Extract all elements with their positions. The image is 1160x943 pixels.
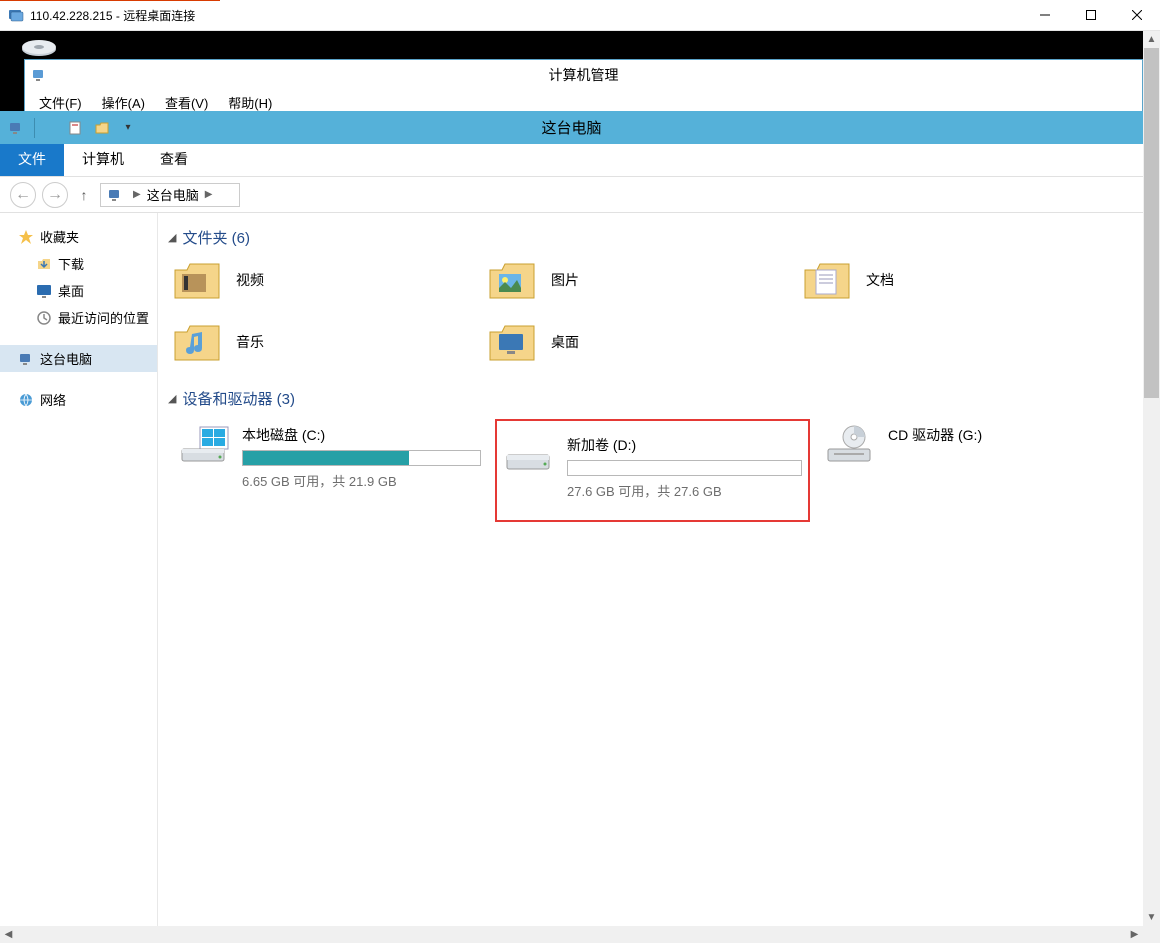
mgmt-menu-file[interactable]: 文件(F) bbox=[39, 93, 82, 112]
sidebar: 收藏夹 下载 桌面 最近访问的位置 bbox=[0, 213, 158, 926]
minimize-button[interactable] bbox=[1022, 0, 1068, 30]
explorer-titlebar[interactable]: ▾ 这台电脑 bbox=[0, 111, 1143, 144]
pc-icon bbox=[18, 351, 34, 367]
sidebar-label: 网络 bbox=[40, 390, 66, 409]
folder-icon bbox=[487, 258, 537, 302]
collapse-icon: ◢ bbox=[168, 392, 176, 405]
folder-icon bbox=[172, 258, 222, 302]
sidebar-label: 收藏夹 bbox=[40, 227, 79, 246]
nav-row: ← → ↑ ▶ 这台电脑 ▶ bbox=[0, 177, 1143, 213]
sidebar-label: 最近访问的位置 bbox=[58, 308, 149, 327]
mgmt-title: 计算机管理 bbox=[25, 60, 1142, 90]
folder-label: 文档 bbox=[866, 270, 894, 290]
mgmt-menu-view[interactable]: 查看(V) bbox=[165, 93, 208, 112]
scroll-down-icon[interactable]: ▼ bbox=[1143, 909, 1160, 926]
hdd-icon bbox=[503, 435, 555, 475]
nav-up-button[interactable]: ↑ bbox=[74, 187, 94, 203]
scroll-right-icon[interactable]: ▶ bbox=[1126, 926, 1143, 943]
cd-drive-icon bbox=[824, 425, 876, 465]
maximize-button[interactable] bbox=[1068, 0, 1114, 30]
mgmt-menu-help[interactable]: 帮助(H) bbox=[228, 93, 272, 112]
drive-usage-bar bbox=[242, 450, 481, 466]
breadcrumb[interactable]: ▶ 这台电脑 ▶ bbox=[100, 183, 240, 207]
folder-icon bbox=[172, 320, 222, 364]
sidebar-label: 下载 bbox=[58, 254, 84, 273]
sidebar-favorites[interactable]: 收藏夹 bbox=[0, 223, 157, 250]
sidebar-label: 桌面 bbox=[58, 281, 84, 300]
drive-name: CD 驱动器 (G:) bbox=[888, 425, 1127, 445]
desktop-icon bbox=[36, 283, 52, 299]
folder-label: 音乐 bbox=[236, 332, 264, 352]
explorer-window: ▾ 这台电脑 文件 计算机 查看 ← → ↑ ▶ 这台电脑 ▶ bbox=[0, 111, 1143, 926]
qat-properties-icon[interactable] bbox=[64, 116, 88, 140]
horizontal-scrollbar[interactable]: ◀ ▶ bbox=[0, 926, 1143, 943]
chevron-right-icon: ▶ bbox=[133, 189, 141, 200]
chevron-right-icon: ▶ bbox=[205, 189, 213, 200]
sidebar-label: 这台电脑 bbox=[40, 349, 92, 368]
folder-videos[interactable]: 视频 bbox=[172, 258, 487, 302]
recent-icon bbox=[36, 310, 52, 326]
mgmt-icon bbox=[31, 67, 47, 83]
vertical-scrollbar[interactable]: ▲ ▼ bbox=[1143, 31, 1160, 926]
folder-icon bbox=[487, 320, 537, 364]
mgmt-menu-action[interactable]: 操作(A) bbox=[102, 93, 145, 112]
scroll-left-icon[interactable]: ◀ bbox=[0, 926, 17, 943]
content-pane: ◢ 文件夹 (6) 视频 图片 bbox=[158, 213, 1143, 926]
disk-icon bbox=[20, 37, 58, 61]
ribbon-tabs: 文件 计算机 查看 bbox=[0, 144, 1143, 177]
drive-c[interactable]: 本地磁盘 (C:) 6.65 GB 可用，共 21.9 GB bbox=[172, 419, 487, 522]
scroll-thumb[interactable] bbox=[1144, 48, 1159, 398]
drive-d[interactable]: 新加卷 (D:) 27.6 GB 可用，共 27.6 GB bbox=[495, 419, 810, 522]
tab-computer[interactable]: 计算机 bbox=[64, 142, 142, 176]
drive-status: 6.65 GB 可用，共 21.9 GB bbox=[242, 471, 481, 490]
download-icon bbox=[36, 256, 52, 272]
collapse-icon: ◢ bbox=[168, 231, 176, 244]
qat-dropdown-icon[interactable]: ▾ bbox=[116, 116, 140, 140]
scroll-up-icon[interactable]: ▲ bbox=[1143, 31, 1160, 48]
folder-pictures[interactable]: 图片 bbox=[487, 258, 802, 302]
tab-file[interactable]: 文件 bbox=[0, 142, 64, 176]
sidebar-network[interactable]: 网络 bbox=[0, 386, 157, 413]
close-button[interactable] bbox=[1114, 0, 1160, 30]
sidebar-thispc[interactable]: 这台电脑 bbox=[0, 345, 157, 372]
drive-status: 27.6 GB 可用，共 27.6 GB bbox=[567, 481, 802, 500]
sidebar-desktop[interactable]: 桌面 bbox=[0, 277, 157, 304]
drive-g-cd[interactable]: CD 驱动器 (G:) bbox=[818, 419, 1133, 522]
drives-group-header[interactable]: ◢ 设备和驱动器 (3) bbox=[168, 388, 1133, 409]
nav-back-button[interactable]: ← bbox=[10, 182, 36, 208]
folder-music[interactable]: 音乐 bbox=[172, 320, 487, 364]
drive-usage-bar bbox=[567, 460, 802, 476]
folder-documents[interactable]: 文档 bbox=[802, 258, 1117, 302]
rdp-icon bbox=[8, 7, 24, 23]
nav-forward-button[interactable]: → bbox=[42, 182, 68, 208]
star-icon bbox=[18, 229, 34, 245]
folder-icon bbox=[802, 258, 852, 302]
breadcrumb-text: 这台电脑 bbox=[147, 185, 199, 204]
folders-group-header[interactable]: ◢ 文件夹 (6) bbox=[168, 227, 1133, 248]
hdd-icon bbox=[178, 425, 230, 465]
tab-view[interactable]: 查看 bbox=[142, 142, 206, 176]
sidebar-downloads[interactable]: 下载 bbox=[0, 250, 157, 277]
explorer-title: 这台电脑 bbox=[0, 117, 1143, 138]
qat-newfolder-icon[interactable] bbox=[90, 116, 114, 140]
drive-name: 新加卷 (D:) bbox=[567, 435, 802, 455]
drive-name: 本地磁盘 (C:) bbox=[242, 425, 481, 445]
folders-header-text: 文件夹 (6) bbox=[182, 227, 250, 248]
explorer-system-icon[interactable] bbox=[4, 116, 28, 140]
folder-label: 视频 bbox=[236, 270, 264, 290]
folder-label: 图片 bbox=[551, 270, 579, 290]
breadcrumb-pc-icon bbox=[107, 187, 123, 203]
sidebar-recent[interactable]: 最近访问的位置 bbox=[0, 304, 157, 331]
rdp-titlebar[interactable]: 110.42.228.215 - 远程桌面连接 bbox=[0, 0, 1160, 31]
folder-desktop[interactable]: 桌面 bbox=[487, 320, 802, 364]
network-icon bbox=[18, 392, 34, 408]
folder-label: 桌面 bbox=[551, 332, 579, 352]
rdp-title-text: 110.42.228.215 - 远程桌面连接 bbox=[30, 7, 195, 24]
drives-header-text: 设备和驱动器 (3) bbox=[182, 388, 295, 409]
